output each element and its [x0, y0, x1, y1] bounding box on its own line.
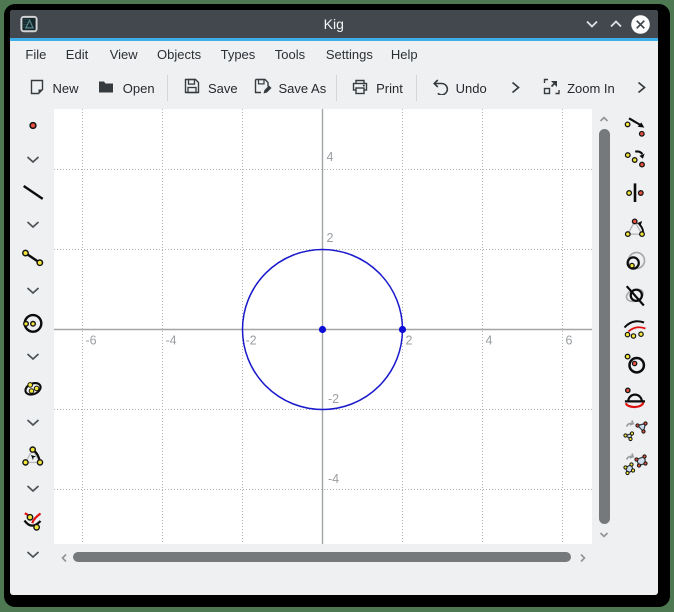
svg-text:-6: -6	[86, 334, 97, 348]
svg-text:6: 6	[566, 334, 573, 348]
svg-text:-2: -2	[328, 392, 339, 406]
svg-text:4: 4	[327, 150, 334, 164]
svg-text:-4: -4	[328, 472, 339, 486]
svg-text:2: 2	[327, 231, 334, 245]
svg-text:2: 2	[406, 334, 413, 348]
svg-text:-2: -2	[246, 334, 257, 348]
svg-text:-4: -4	[166, 334, 177, 348]
svg-text:4: 4	[486, 334, 493, 348]
